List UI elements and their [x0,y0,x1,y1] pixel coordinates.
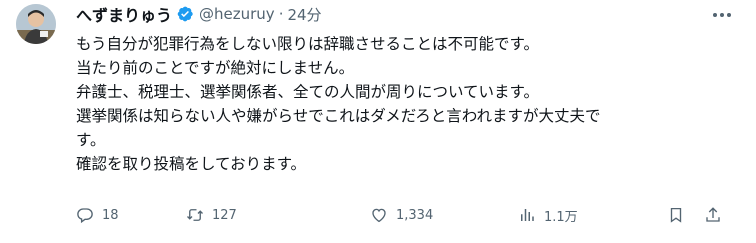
views-icon [521,209,534,221]
like-count: 1,334 [396,207,434,223]
timestamp[interactable]: 24分 [287,4,321,25]
separator-dot: · [278,5,284,23]
tweet-line: 確認を取り投稿をしております。 [76,155,307,173]
tweet-line: もう自分が犯罪行為をしない限りは辞職させることは不可能です。 [76,35,539,53]
retweet-count: 127 [212,207,237,223]
tweet-line: す。 [76,131,106,149]
author-name[interactable]: へずまりゅう [76,2,172,26]
like-button[interactable]: 1,334 [370,203,433,227]
tweet-card[interactable]: へずまりゅう @hezuruy · 24分 もう自分が犯罪行為をしない限りは辞職… [0,0,756,243]
views-button[interactable]: 1.1万 [518,203,578,227]
retweet-icon [187,209,203,221]
tweet-line: 弁護士、税理士、選挙関係者、全ての人間が周りについています。 [76,83,539,101]
retweet-button[interactable]: 127 [186,203,237,227]
reply-count: 18 [102,207,119,223]
reply-icon [77,208,93,224]
view-count: 1.1万 [544,209,578,225]
author-handle[interactable]: @hezuruy [199,5,275,23]
tweet-header: へずまりゅう @hezuruy · 24分 [76,2,322,26]
bookmark-button[interactable] [667,203,693,227]
heart-icon [372,208,386,223]
more-options-button[interactable] [710,6,734,24]
more-options-icon [713,13,731,17]
bookmark-icon [670,207,682,223]
tweet-text: もう自分が犯罪行為をしない限りは辞職させることは不可能です。 当たり前のことです… [76,32,736,176]
avatar-image [16,4,56,44]
reply-button[interactable]: 18 [76,203,119,227]
share-icon [706,207,720,222]
tweet-line: 当たり前のことですが絶対にしません。 [76,59,355,77]
share-button[interactable] [704,203,730,227]
action-bar: 18 127 1,334 1.1万 [76,203,736,227]
tweet-line: 選挙関係は知らない人や嫌がらせでこれはダメだろと言われますが大丈夫で [76,107,601,125]
verified-badge-icon [177,6,193,22]
avatar[interactable] [16,4,56,44]
